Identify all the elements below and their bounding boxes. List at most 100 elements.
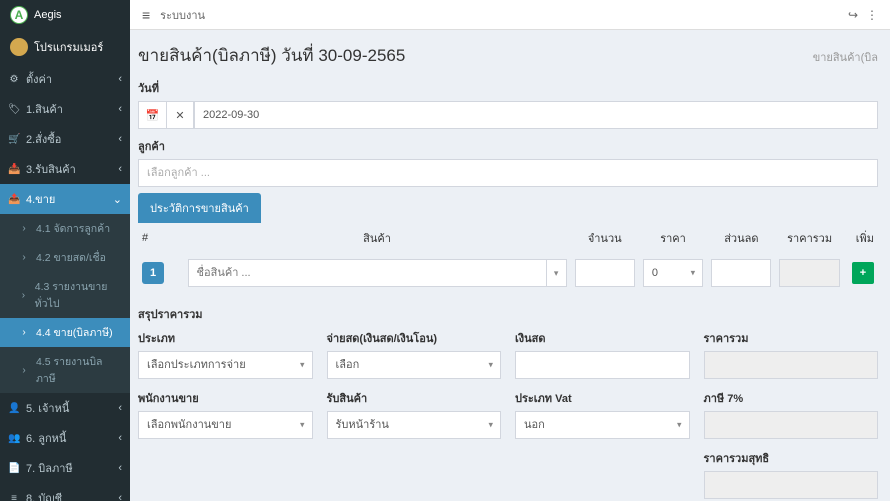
receive-select[interactable]: รับหน้าร้าน bbox=[327, 411, 502, 439]
user-panel: โปรแกรมเมอร์ bbox=[0, 30, 130, 64]
sidebar-item-label: 1.สินค้า bbox=[26, 100, 63, 118]
nav-icon: 📥 bbox=[8, 164, 20, 175]
items-table: # สินค้า จำนวน ราคา ส่วนลด ราคารวม เพิ่ม… bbox=[138, 223, 878, 293]
sidebar-item-label: 7. บิลภาษี bbox=[26, 459, 73, 477]
label-cash: เงินสด bbox=[515, 329, 690, 347]
nav-icon: 👥 bbox=[8, 433, 20, 444]
content: ขายสินค้า(บิลภาษี) วันที่ 30-09-2565 ขาย… bbox=[130, 30, 890, 501]
sidebar-item[interactable]: 🛒 2.สั่งซื้อ bbox=[0, 124, 130, 154]
summary-title: สรุปราคารวม bbox=[138, 305, 878, 323]
sidebar-subitem[interactable]: › 4.3 รายงานขายทั่วไป bbox=[0, 272, 130, 318]
sidebar-item[interactable]: 📄 7. บิลภาษี bbox=[0, 453, 130, 483]
chevron-icon: › bbox=[18, 327, 30, 338]
table-row: 1 ▾ 0 bbox=[138, 253, 878, 293]
nav-icon: ⚙ bbox=[8, 74, 20, 85]
col-add: เพิ่ม bbox=[844, 223, 878, 253]
nav-icon: 📄 bbox=[8, 463, 20, 474]
vat7-input bbox=[704, 411, 879, 439]
label-vat7: ภาษี 7% bbox=[704, 389, 879, 407]
nav-icon: ≡ bbox=[8, 493, 20, 501]
sidebar-item[interactable]: 👤 5. เจ้าหนี้ bbox=[0, 393, 130, 423]
label-staff: พนักงานขาย bbox=[138, 389, 313, 407]
sidebar-item-label: 2.สั่งซื้อ bbox=[26, 130, 61, 148]
staff-select[interactable]: เลือกพนักงานขาย bbox=[138, 411, 313, 439]
sidebar-item[interactable]: 🏷 1.สินค้า bbox=[0, 94, 130, 124]
product-caret-icon[interactable]: ▾ bbox=[547, 259, 567, 287]
avatar bbox=[10, 38, 28, 56]
col-discount: ส่วนลด bbox=[707, 223, 775, 253]
sidebar-item[interactable]: 👥 6. ลูกหนี้ bbox=[0, 423, 130, 453]
sidebar-subitem[interactable]: › 4.2 ขายสด/เชื่อ bbox=[0, 243, 130, 272]
sidebar-subitem[interactable]: › 4.1 จัดการลูกค้า bbox=[0, 214, 130, 243]
cash-input[interactable] bbox=[515, 351, 690, 379]
chevron-icon: › bbox=[18, 252, 30, 263]
sidebar: A Aegis โปรแกรมเมอร์ ⚙ ตั้งค่า 🏷 1.สินค้า 🛒 2… bbox=[0, 0, 130, 501]
main: ≡ ระบบงาน ↪ ⋮ ขายสินค้า(บิลภาษี) วันที่ … bbox=[130, 0, 890, 501]
product-select[interactable] bbox=[188, 259, 547, 287]
sidebar-subitem-label: 4.2 ขายสด/เชื่อ bbox=[36, 249, 106, 266]
sidebar-subitem[interactable]: › 4.4 ขาย(บิลภาษี) bbox=[0, 318, 130, 347]
label-vat-type: ประเภท Vat bbox=[515, 389, 690, 407]
sidebar-item[interactable]: 📥 3.รับสินค้า bbox=[0, 154, 130, 184]
sidebar-item[interactable]: ⚙ ตั้งค่า bbox=[0, 64, 130, 94]
chevron-icon: › bbox=[18, 290, 29, 301]
sidebar-subitem-label: 4.1 จัดการลูกค้า bbox=[36, 220, 110, 237]
sidebar-item-label: 4.ขาย bbox=[26, 190, 55, 208]
sidebar-item-label: 6. ลูกหนี้ bbox=[26, 429, 66, 447]
sidebar-item-label: ตั้งค่า bbox=[26, 70, 52, 88]
calendar-icon[interactable]: 📅 bbox=[138, 101, 166, 129]
menu-dots-icon[interactable]: ⋮ bbox=[866, 8, 878, 22]
qty-input[interactable] bbox=[575, 259, 635, 287]
logout-icon[interactable]: ↪ bbox=[848, 8, 858, 22]
col-qty: จำนวน bbox=[571, 223, 639, 253]
label-net-total: ราคารวมสุทธิ bbox=[704, 449, 879, 467]
label-receive: รับสินค้า bbox=[327, 389, 502, 407]
breadcrumb: ขายสินค้า(บิล bbox=[813, 48, 878, 66]
net-total-input bbox=[704, 471, 879, 499]
label-customer: ลูกค้า bbox=[138, 137, 878, 155]
col-product: สินค้า bbox=[184, 223, 571, 253]
sidebar-subitem-label: 4.4 ขาย(บิลภาษี) bbox=[36, 324, 113, 341]
hamburger-icon[interactable]: ≡ bbox=[142, 7, 150, 23]
label-type: ประเภท bbox=[138, 329, 313, 347]
chevron-icon: › bbox=[18, 223, 30, 234]
sidebar-item-label: 5. เจ้าหนี้ bbox=[26, 399, 69, 417]
sidebar-subitem[interactable]: ›4.5 รายงานบิลภาษี bbox=[0, 347, 130, 393]
col-total: ราคารวม bbox=[775, 223, 843, 253]
type-select[interactable]: เลือกประเภทการจ่าย bbox=[138, 351, 313, 379]
sidebar-item-label: 8. บัญชี bbox=[26, 489, 62, 501]
label-date: วันที่ bbox=[138, 79, 878, 97]
payment-select[interactable]: เลือก bbox=[327, 351, 502, 379]
sidebar-item-label: 3.รับสินค้า bbox=[26, 160, 76, 178]
brand-text: Aegis bbox=[34, 9, 62, 21]
col-num: # bbox=[138, 223, 184, 253]
label-total-price: ราคารวม bbox=[704, 329, 879, 347]
topbar-crumb: ระบบงาน bbox=[160, 6, 205, 24]
price-select[interactable]: 0 bbox=[643, 259, 703, 287]
nav-icon: 📤 bbox=[8, 194, 20, 205]
brand-icon: A bbox=[10, 6, 28, 24]
history-tab[interactable]: ประวัติการขายสินค้า bbox=[138, 193, 261, 223]
clear-date-button[interactable]: ✕ bbox=[166, 101, 194, 129]
nav-icon: 👤 bbox=[8, 403, 20, 414]
nav-icon: 🏷 bbox=[8, 104, 20, 115]
sidebar-subitem-label: 4.3 รายงานขายทั่วไป bbox=[35, 278, 122, 312]
customer-input[interactable] bbox=[138, 159, 878, 187]
sidebar-item[interactable]: 📤 4.ขาย bbox=[0, 184, 130, 214]
topbar: ≡ ระบบงาน ↪ ⋮ bbox=[130, 0, 890, 30]
discount-input[interactable] bbox=[711, 259, 771, 287]
row-total-input bbox=[779, 259, 839, 287]
brand: A Aegis bbox=[0, 0, 130, 30]
row-number-badge: 1 bbox=[142, 262, 164, 284]
col-price: ราคา bbox=[639, 223, 707, 253]
vat-select[interactable]: นอก bbox=[515, 411, 690, 439]
sidebar-subitem-label: 4.5 รายงานบิลภาษี bbox=[36, 353, 122, 387]
page-title: ขายสินค้า(บิลภาษี) วันที่ 30-09-2565 bbox=[138, 42, 405, 69]
nav: ⚙ ตั้งค่า 🏷 1.สินค้า 🛒 2.สั่งซื้อ 📥 3.รับสินค้า… bbox=[0, 64, 130, 501]
total-price-input bbox=[704, 351, 879, 379]
label-payment: จ่ายสด(เงินสด/เงินโอน) bbox=[327, 329, 502, 347]
add-row-button[interactable]: + bbox=[852, 262, 874, 284]
nav-icon: 🛒 bbox=[8, 134, 20, 145]
sidebar-item[interactable]: ≡ 8. บัญชี bbox=[0, 483, 130, 501]
date-input[interactable] bbox=[194, 101, 878, 129]
